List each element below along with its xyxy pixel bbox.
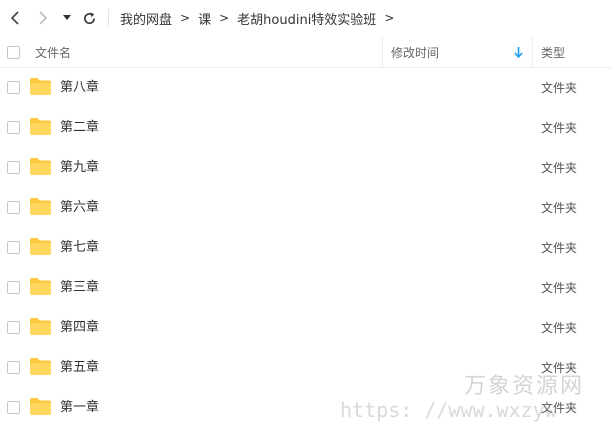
file-name[interactable]: 第一章: [60, 388, 99, 428]
row-checkbox[interactable]: [7, 281, 20, 294]
refresh-button[interactable]: [78, 6, 100, 30]
select-all-checkbox[interactable]: [7, 46, 20, 59]
file-row[interactable]: 第六章 文件夹: [0, 188, 612, 228]
folder-icon: [30, 398, 51, 415]
watermark-title: 万象资源网: [464, 374, 585, 399]
column-header-name[interactable]: 文件名: [35, 37, 71, 67]
file-name[interactable]: 第三章: [60, 268, 99, 308]
folder-icon: [30, 158, 51, 175]
file-name[interactable]: 第七章: [60, 228, 99, 268]
folder-icon: [30, 358, 51, 375]
row-checkbox[interactable]: [7, 121, 20, 134]
column-header-type[interactable]: 类型: [541, 37, 565, 67]
row-checkbox[interactable]: [7, 201, 20, 214]
column-divider[interactable]: [382, 37, 383, 67]
file-row[interactable]: 第九章 文件夹: [0, 148, 612, 188]
caret-down-icon: [63, 15, 71, 20]
row-checkbox[interactable]: [7, 241, 20, 254]
file-row[interactable]: 第七章 文件夹: [0, 228, 612, 268]
history-dropdown-button[interactable]: [60, 6, 74, 30]
file-name[interactable]: 第六章: [60, 188, 99, 228]
folder-icon: [30, 78, 51, 95]
breadcrumb-item-current-folder[interactable]: 老胡houdini特效实验班: [237, 9, 376, 28]
file-type: 文件夹: [541, 241, 578, 255]
file-row[interactable]: 第四章 文件夹: [0, 308, 612, 348]
column-header: 文件名 修改时间 类型: [0, 37, 612, 68]
file-name[interactable]: 第八章: [60, 68, 99, 108]
toolbar: 我的网盘 > 课 > 老胡houdini特效实验班 >: [0, 0, 612, 36]
breadcrumb: 我的网盘 > 课 > 老胡houdini特效实验班 >: [120, 0, 402, 36]
row-checkbox[interactable]: [7, 81, 20, 94]
arrow-down-icon: [514, 46, 523, 58]
file-name[interactable]: 第四章: [60, 308, 99, 348]
folder-icon: [30, 118, 51, 135]
folder-icon: [30, 198, 51, 215]
file-type: 文件夹: [541, 121, 578, 135]
chevron-right-icon: [39, 11, 48, 25]
forward-button[interactable]: [32, 6, 54, 30]
breadcrumb-item-my-drive[interactable]: 我的网盘: [120, 9, 172, 28]
file-name[interactable]: 第五章: [60, 348, 99, 388]
watermark-url: https: //www.wxzyw: [340, 398, 557, 422]
file-name[interactable]: 第九章: [60, 148, 99, 188]
breadcrumb-separator[interactable]: >: [384, 11, 394, 25]
file-row[interactable]: 第三章 文件夹: [0, 268, 612, 308]
file-type: 文件夹: [541, 281, 578, 295]
row-checkbox[interactable]: [7, 321, 20, 334]
breadcrumb-separator: >: [180, 11, 191, 25]
row-checkbox[interactable]: [7, 401, 20, 414]
toolbar-divider: [108, 9, 109, 27]
column-header-modified[interactable]: 修改时间: [391, 37, 439, 67]
sort-descending-icon[interactable]: [514, 37, 523, 67]
file-type: 文件夹: [541, 201, 578, 215]
row-checkbox[interactable]: [7, 361, 20, 374]
file-row[interactable]: 第二章 文件夹: [0, 108, 612, 148]
breadcrumb-separator: >: [219, 11, 230, 25]
file-type: 文件夹: [541, 81, 578, 95]
folder-icon: [30, 238, 51, 255]
row-checkbox[interactable]: [7, 161, 20, 174]
folder-icon: [30, 318, 51, 335]
back-button[interactable]: [4, 6, 26, 30]
breadcrumb-item-course[interactable]: 课: [198, 9, 211, 28]
file-row[interactable]: 第八章 文件夹: [0, 68, 612, 108]
refresh-icon: [83, 11, 95, 24]
file-name[interactable]: 第二章: [60, 108, 99, 148]
chevron-left-icon: [10, 11, 19, 25]
folder-icon: [30, 278, 51, 295]
column-divider[interactable]: [532, 37, 533, 67]
file-type: 文件夹: [541, 321, 578, 335]
file-type: 文件夹: [541, 161, 578, 175]
